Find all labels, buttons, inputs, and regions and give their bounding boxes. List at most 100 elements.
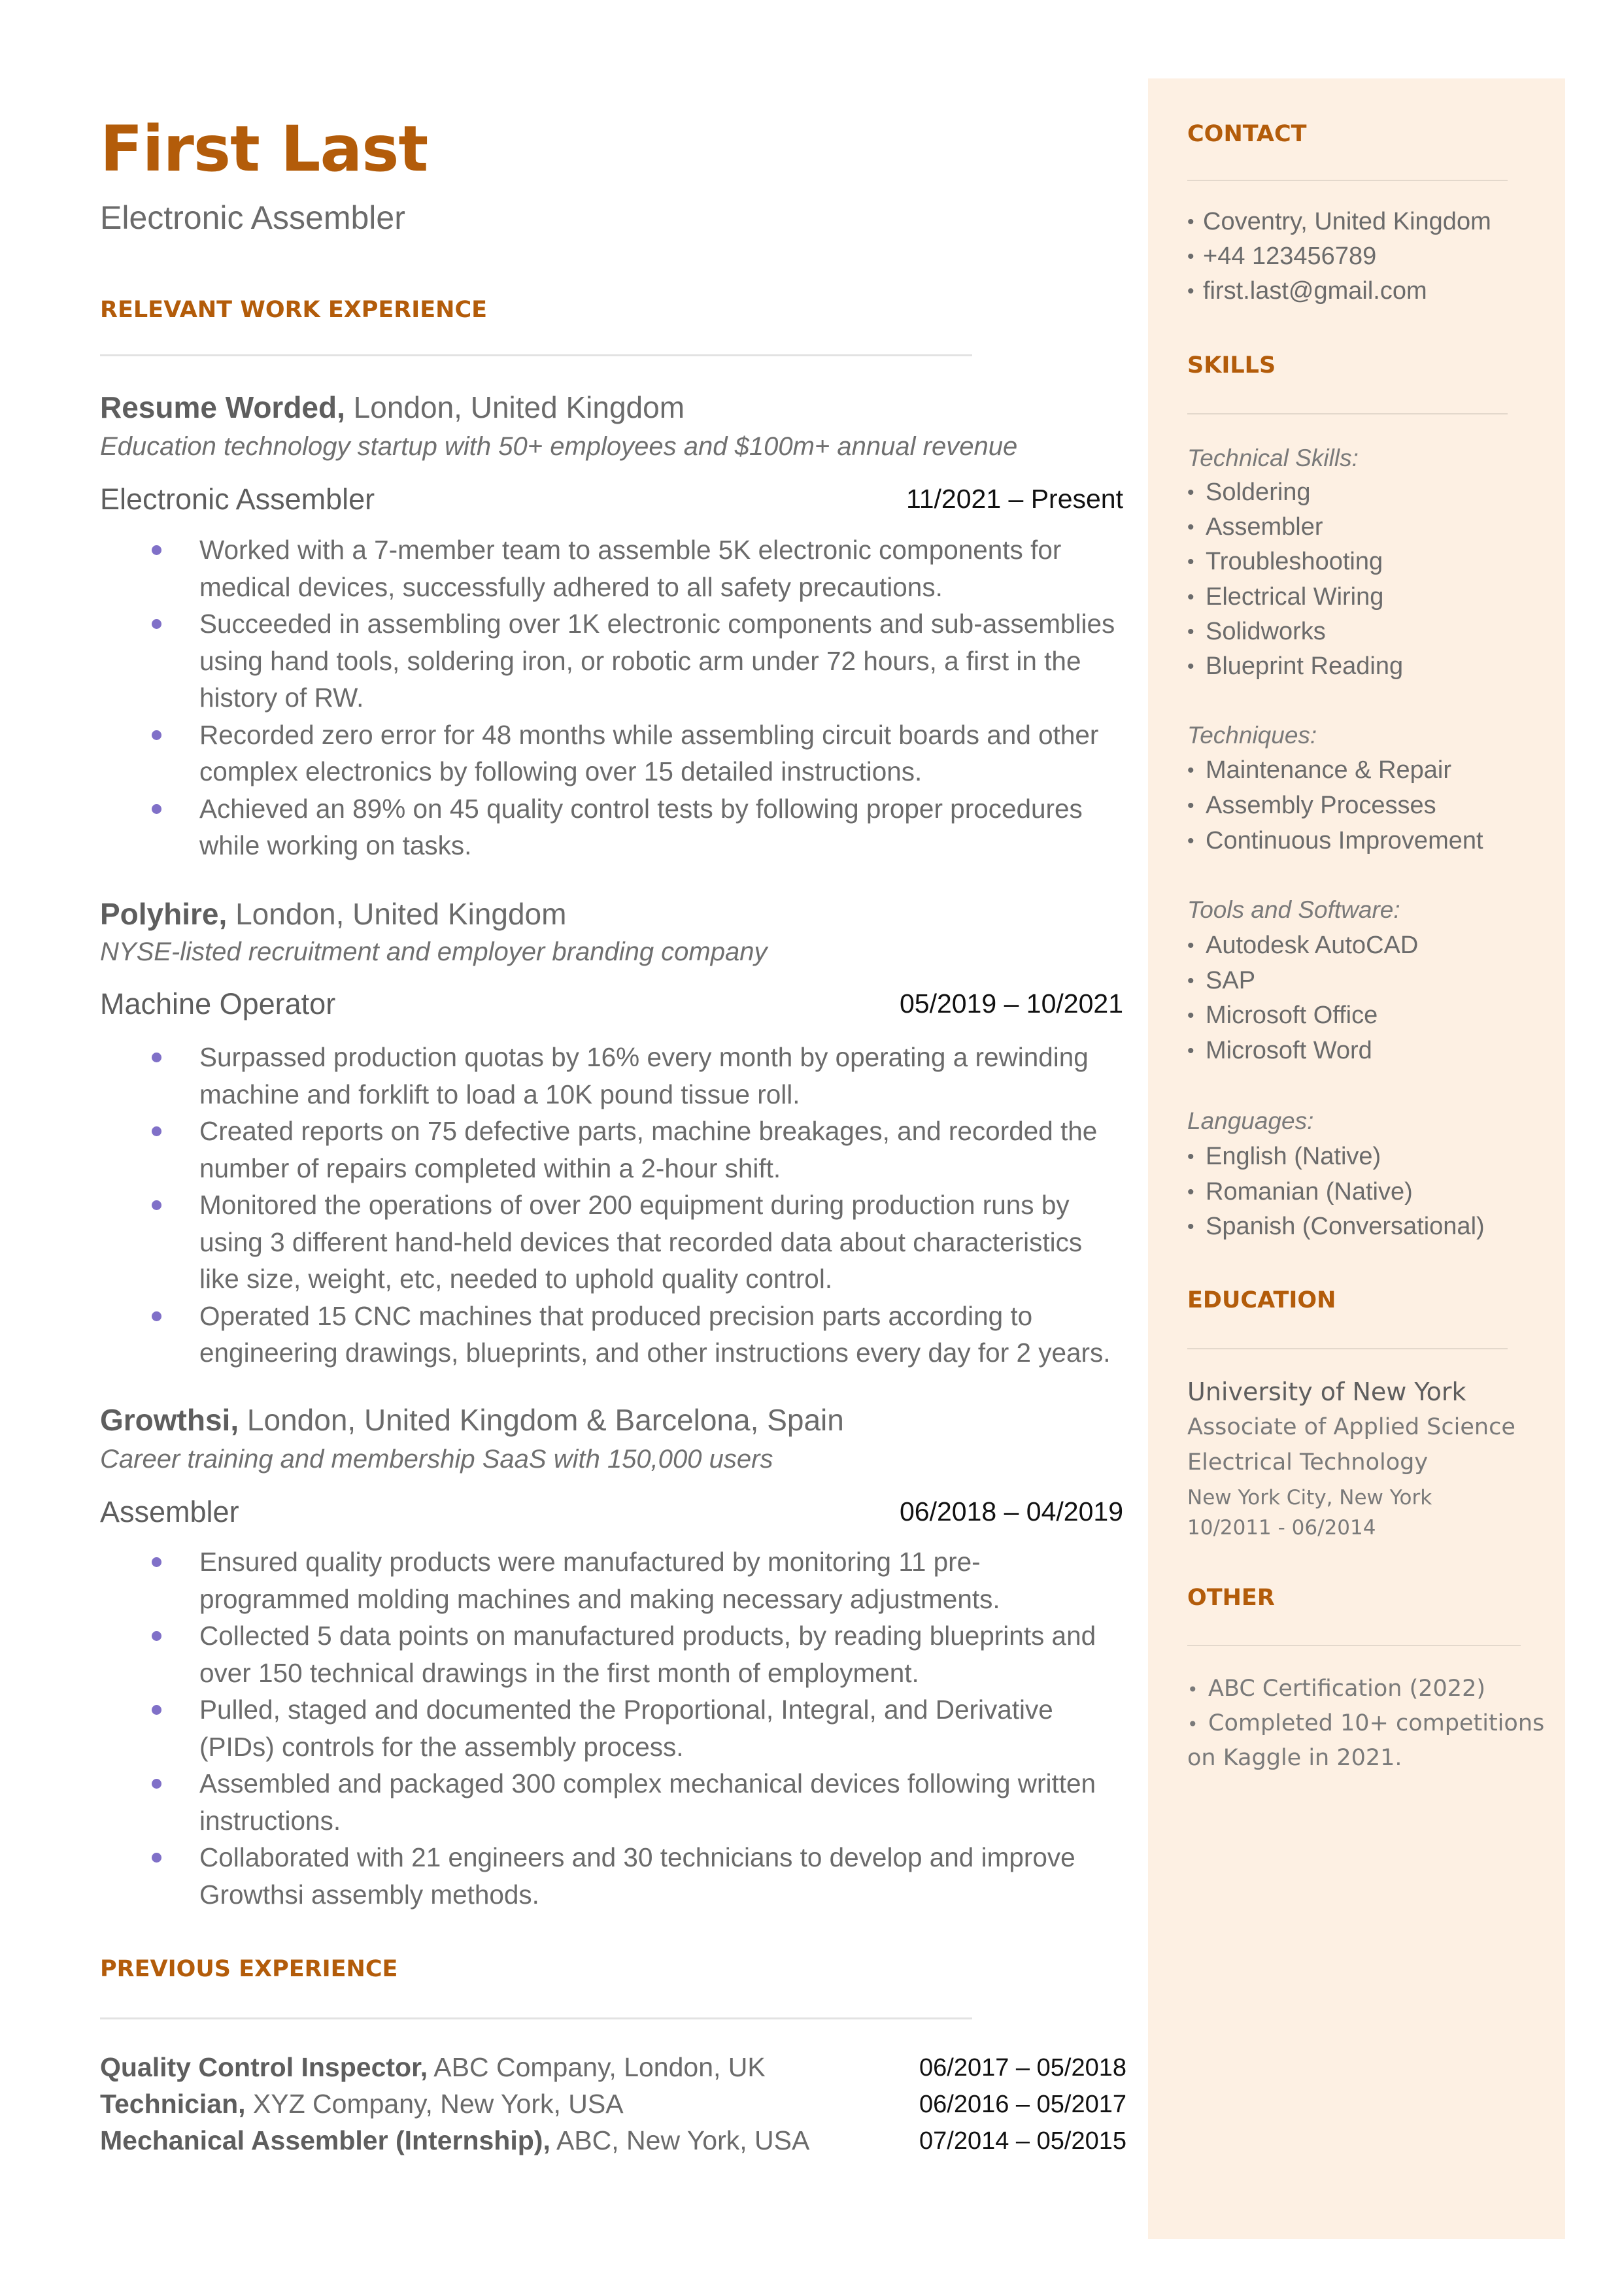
- bullet-text: Collected 5 data points on manufactured …: [199, 1621, 1096, 1688]
- bullet-icon: •: [1187, 551, 1194, 573]
- section-heading-skills: SKILLS: [1187, 352, 1276, 379]
- section-divider: [100, 354, 972, 356]
- skill-text: Electrical Wiring: [1206, 583, 1384, 611]
- job-bullet: Achieved an 89% on 45 quality control te…: [152, 790, 1128, 864]
- bullet-text: Worked with a 7-member team to assemble …: [199, 535, 1062, 602]
- contact-location: • Coventry, United Kingdom: [1187, 209, 1491, 234]
- skill-item: • Microsoft Word: [1187, 1038, 1372, 1063]
- company-location: London, United Kingdom: [345, 390, 685, 424]
- bullet-icon: •: [1187, 246, 1194, 267]
- skill-group-label: Techniques:: [1187, 722, 1317, 749]
- education-dates: 10/2011 - 06/2014: [1187, 1516, 1376, 1540]
- other-item-text: Completed 10+ competitions: [1208, 1710, 1545, 1736]
- company-location: London, United Kingdom & Barcelona, Spai…: [239, 1403, 844, 1437]
- bullet-icon: •: [1187, 516, 1194, 538]
- bullet-text: Surpassed production quotas by 16% every…: [199, 1042, 1089, 1109]
- skill-text: Troubleshooting: [1206, 548, 1383, 575]
- job-bullet: Ensured quality products were manufactur…: [152, 1543, 1128, 1617]
- company-description: Education technology startup with 50+ em…: [100, 432, 1018, 461]
- skill-item: • Soldering: [1187, 480, 1311, 505]
- skill-text: Microsoft Office: [1206, 1002, 1378, 1029]
- bullet-icon: •: [1187, 621, 1194, 643]
- job-bullet: Collected 5 data points on manufactured …: [152, 1617, 1128, 1691]
- skill-group-label: Languages:: [1187, 1107, 1314, 1134]
- skill-item: • English (Native): [1187, 1144, 1381, 1169]
- job-dates: 11/2021 – Present: [905, 484, 1123, 514]
- job-company-line: Polyhire, London, United Kingdom: [100, 899, 566, 929]
- skill-item: • Spanish (Conversational): [1187, 1214, 1485, 1239]
- bullet-dot-icon: [152, 1631, 161, 1641]
- bullet-dot-icon: [152, 1779, 161, 1789]
- other-item: • ABC Certification (2022): [1187, 1678, 1485, 1700]
- bullet-text: Monitored the operations of over 200 equ…: [199, 1190, 1083, 1294]
- previous-role-org: ABC Company, London, UK: [428, 2052, 766, 2082]
- bullet-dot-icon: [152, 1557, 161, 1567]
- education-location: New York City, New York: [1187, 1486, 1432, 1510]
- job-role: Assembler: [100, 1495, 239, 1528]
- skill-group-label: Technical Skills:: [1187, 445, 1359, 471]
- section-heading-contact: CONTACT: [1187, 121, 1307, 147]
- section-divider: [1187, 1348, 1508, 1349]
- job-bullet: Monitored the operations of over 200 equ…: [152, 1187, 1128, 1298]
- bullet-text: Achieved an 89% on 45 quality control te…: [199, 793, 1083, 861]
- job-bullet: Created reports on 75 defective parts, m…: [152, 1113, 1128, 1187]
- job-bullet: Surpassed production quotas by 16% every…: [152, 1039, 1128, 1113]
- bullet-icon: •: [1187, 211, 1194, 233]
- previous-role-dates: 07/2014 – 05/2015: [919, 2127, 1126, 2155]
- skill-item: • Assembly Processes: [1187, 793, 1436, 818]
- job-company-line: Growthsi, London, United Kingdom & Barce…: [100, 1405, 844, 1435]
- job-bullet: Operated 15 CNC machines that produced p…: [152, 1298, 1128, 1372]
- bullet-icon: •: [1187, 1005, 1194, 1026]
- education-degree: Associate of Applied Science: [1187, 1414, 1515, 1440]
- skill-item: • Assembler: [1187, 514, 1323, 539]
- skill-item: • Autodesk AutoCAD: [1187, 933, 1418, 958]
- job-role: Machine Operator: [100, 987, 336, 1020]
- skill-item: • Romanian (Native): [1187, 1179, 1413, 1204]
- job-bullet: Collaborated with 21 engineers and 30 te…: [152, 1839, 1128, 1913]
- skill-item: • Maintenance & Repair: [1187, 758, 1451, 783]
- skill-item: • Continuous Improvement: [1187, 828, 1483, 853]
- skill-text: Assembler: [1206, 513, 1323, 541]
- job-bullets: Surpassed production quotas by 16% every…: [152, 1039, 1128, 1372]
- bullet-text: Ensured quality products were manufactur…: [199, 1547, 1000, 1614]
- skill-text: SAP: [1206, 967, 1256, 994]
- contact-email[interactable]: • first.last@gmail.com: [1187, 278, 1427, 303]
- bullet-icon: •: [1187, 1181, 1194, 1203]
- bullet-icon: •: [1187, 935, 1194, 956]
- bullet-dot-icon: [152, 1705, 161, 1715]
- job-dates: 06/2018 – 04/2019: [900, 1496, 1123, 1527]
- bullet-icon: •: [1187, 1713, 1198, 1735]
- previous-role-row: Technician, XYZ Company, New York, USA: [100, 2091, 624, 2117]
- other-item-continuation: on Kaggle in 2021.: [1187, 1745, 1402, 1771]
- skill-text: Assembly Processes: [1206, 792, 1436, 819]
- bullet-icon: •: [1187, 1679, 1198, 1700]
- other-item-text: ABC Certification (2022): [1208, 1676, 1485, 1702]
- previous-role-org: XYZ Company, New York, USA: [245, 2089, 624, 2119]
- contact-email-link[interactable]: first.last@gmail.com: [1203, 277, 1427, 305]
- section-divider: [1187, 413, 1508, 414]
- bullet-text: Assembled and packaged 300 complex mecha…: [199, 1768, 1096, 1836]
- bullet-text: Collaborated with 21 engineers and 30 te…: [199, 1842, 1075, 1910]
- company-name: Growthsi,: [100, 1403, 239, 1437]
- bullet-dot-icon: [152, 1311, 161, 1321]
- job-company-line: Resume Worded, London, United Kingdom: [100, 392, 685, 422]
- section-heading-education: EDUCATION: [1187, 1287, 1336, 1313]
- previous-role-title: Technician,: [100, 2089, 246, 2119]
- company-location: London, United Kingdom: [227, 897, 567, 931]
- section-divider: [1187, 180, 1508, 181]
- job-bullets: Ensured quality products were manufactur…: [152, 1543, 1128, 1913]
- skill-text: English (Native): [1206, 1143, 1381, 1170]
- skill-item: • Electrical Wiring: [1187, 584, 1383, 609]
- job-bullet: Assembled and packaged 300 complex mecha…: [152, 1765, 1128, 1839]
- bullet-text: Recorded zero error for 48 months while …: [199, 719, 1099, 787]
- bullet-icon: •: [1187, 970, 1194, 992]
- job-bullets: Worked with a 7-member team to assemble …: [152, 531, 1128, 864]
- bullet-icon: •: [1187, 586, 1194, 608]
- previous-role-dates: 06/2016 – 05/2017: [919, 2091, 1126, 2118]
- section-divider: [1187, 1645, 1521, 1646]
- education-field: Electrical Technology: [1187, 1449, 1429, 1476]
- contact-location-text: Coventry, United Kingdom: [1203, 208, 1491, 235]
- skill-text: Microsoft Word: [1206, 1037, 1372, 1064]
- previous-role-title: Quality Control Inspector,: [100, 2052, 428, 2082]
- company-description: NYSE-listed recruitment and employer bra…: [100, 937, 768, 966]
